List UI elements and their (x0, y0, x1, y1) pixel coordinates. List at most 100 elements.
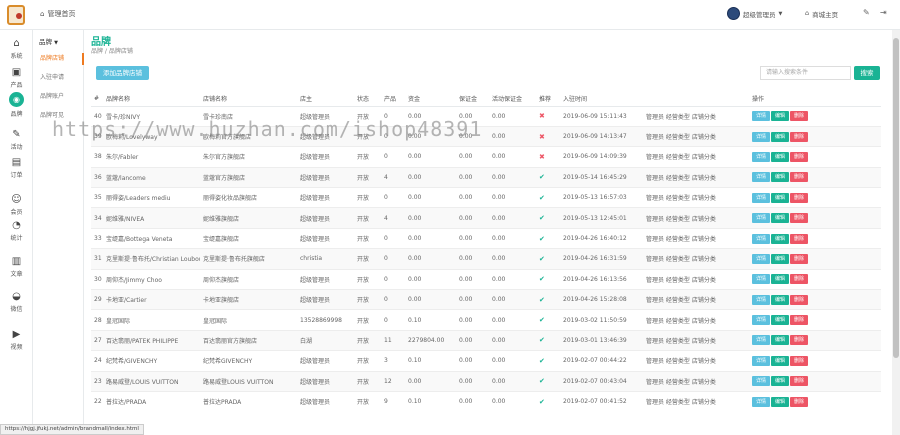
delete-button[interactable]: 删除 (790, 355, 808, 366)
scrollbar-thumb[interactable] (893, 38, 899, 358)
manage-links-cell[interactable]: 管理员 经营类型 店铺分类 (643, 350, 749, 372)
edit-button[interactable]: 编辑 (771, 111, 789, 122)
edit-button[interactable]: 编辑 (771, 355, 789, 366)
manage-links-cell[interactable]: 管理员 经营类型 店铺分类 (643, 187, 749, 208)
delete-button[interactable]: 删除 (790, 131, 808, 142)
logout-icon[interactable]: ⇥ (880, 8, 887, 17)
admin-home-link[interactable]: ⌂ 管理首页 (40, 9, 75, 19)
detail-button[interactable]: 详情 (752, 111, 770, 122)
edit-button[interactable]: 编辑 (771, 315, 789, 326)
detail-button[interactable]: 详情 (752, 151, 770, 162)
delete-button[interactable]: 删除 (790, 315, 808, 326)
manage-links-cell[interactable]: 管理员 经营类型 店铺分类 (643, 309, 749, 331)
funds-cell: 0.00 (405, 227, 456, 249)
delete-button[interactable]: 删除 (790, 172, 808, 183)
rail-item-activity[interactable]: ✎ 活动 (0, 129, 33, 151)
edit-button[interactable]: 编辑 (771, 233, 789, 244)
edit-button[interactable]: 编辑 (771, 335, 789, 346)
user-menu[interactable]: 超级管理员 ▼ (727, 7, 782, 20)
funds-cell: 0.00 (405, 187, 456, 208)
subnav-item-brand-accounts[interactable]: 品牌账户 (33, 91, 84, 103)
delete-button[interactable]: 删除 (790, 233, 808, 244)
delete-button[interactable]: 删除 (790, 294, 808, 305)
delete-button[interactable]: 删除 (790, 274, 808, 285)
detail-button[interactable]: 详情 (752, 396, 770, 407)
detail-button[interactable]: 详情 (752, 274, 770, 285)
manage-links-cell[interactable]: 管理员 经营类型 店铺分类 (643, 146, 749, 168)
detail-button[interactable]: 详情 (752, 335, 770, 346)
edit-button[interactable]: 编辑 (771, 396, 789, 407)
edit-button[interactable]: 编辑 (771, 376, 789, 387)
subnav-item-brand-visible[interactable]: 品牌可见 (33, 110, 84, 122)
recommend-cell: ✖ (536, 146, 560, 168)
top-navbar: ⌂ 管理首页 超级管理员 ▼ ⌂ 商城主页 ✎ ⇥ (0, 0, 900, 30)
delete-button[interactable]: 删除 (790, 253, 808, 264)
brand-name-cell: 皇冠国际 (103, 309, 200, 331)
detail-button[interactable]: 详情 (752, 131, 770, 142)
detail-button[interactable]: 详情 (752, 253, 770, 264)
detail-button[interactable]: 详情 (752, 213, 770, 224)
edit-button[interactable]: 编辑 (771, 213, 789, 224)
avatar (727, 7, 740, 20)
manage-links-cell[interactable]: 管理员 经营类型 店铺分类 (643, 289, 749, 310)
activity-deposit-cell: 0.00 (489, 187, 536, 208)
activity-deposit-cell: 0.00 (489, 146, 536, 168)
manage-links-cell[interactable]: 管理员 经营类型 店铺分类 (643, 125, 749, 147)
tools-icon[interactable]: ✎ (863, 8, 870, 17)
delete-button[interactable]: 删除 (790, 192, 808, 203)
edit-button[interactable]: 编辑 (771, 274, 789, 285)
delete-button[interactable]: 删除 (790, 151, 808, 162)
table-row: 22 普拉达/PRADA 普拉达PRADA 超级管理员 开放 9 0.10 0.00 0.00 ✔… (91, 390, 881, 412)
picture-icon: ▣ (11, 67, 22, 78)
edit-button[interactable]: 编辑 (771, 192, 789, 203)
detail-button[interactable]: 详情 (752, 315, 770, 326)
table-row: 28 皇冠国际 皇冠国际 13528869998 开放 0 0.10 0.00 0.00 ✔ 201… (91, 309, 881, 331)
detail-button[interactable]: 详情 (752, 294, 770, 305)
manage-links-cell[interactable]: 管理员 经营类型 店铺分类 (643, 268, 749, 290)
detail-button[interactable]: 详情 (752, 172, 770, 183)
manage-links-cell[interactable]: 管理员 经营类型 店铺分类 (643, 105, 749, 127)
edit-button[interactable]: 编辑 (771, 294, 789, 305)
status-cell: 开放 (354, 166, 381, 188)
rail-item-articles[interactable]: ▥ 文章 (0, 256, 33, 278)
store-home-link[interactable]: ⌂ 商城主页 (805, 9, 838, 19)
edit-button[interactable]: 编辑 (771, 131, 789, 142)
rail-item-wechat[interactable]: ◒ 微信 (0, 291, 33, 313)
rail-item-brand[interactable]: ◉ 品牌 (0, 92, 33, 118)
join-time-cell: 2019-02-07 00:41:52 (560, 390, 643, 412)
manage-links-cell[interactable]: 管理员 经营类型 店铺分类 (643, 248, 749, 270)
manage-links-cell[interactable]: 管理员 经营类型 店铺分类 (643, 207, 749, 229)
rail-item-members[interactable]: ☺ 会员 (0, 194, 33, 216)
manage-links-cell[interactable]: 管理员 经营类型 店铺分类 (643, 390, 749, 412)
manage-links-cell[interactable]: 管理员 经营类型 店铺分类 (643, 370, 749, 392)
delete-button[interactable]: 删除 (790, 376, 808, 387)
page-scrollbar[interactable] (892, 30, 900, 435)
subnav-item-brand-stores[interactable]: 品牌店铺 (33, 53, 84, 65)
delete-button[interactable]: 删除 (790, 213, 808, 224)
search-input[interactable]: 请输入搜索条件 (760, 66, 851, 80)
column-header: 品牌名称 (103, 92, 200, 107)
rail-item-orders[interactable]: ▤ 订单 (0, 157, 33, 179)
activity-deposit-cell: 0.00 (489, 125, 536, 147)
rail-item-products[interactable]: ▣ 产品 (0, 67, 33, 89)
rail-item-system[interactable]: ⌂ 系统 (0, 38, 33, 60)
rail-item-stats[interactable]: ◔ 统计 (0, 220, 33, 242)
delete-button[interactable]: 删除 (790, 335, 808, 346)
site-logo[interactable] (4, 3, 28, 27)
edit-button[interactable]: 编辑 (771, 253, 789, 264)
manage-links-cell[interactable]: 管理员 经营类型 店铺分类 (643, 329, 749, 351)
subnav-item-applications[interactable]: 入驻申请 (33, 72, 84, 84)
detail-button[interactable]: 详情 (752, 376, 770, 387)
add-brand-store-button[interactable]: 添加品牌店铺 (96, 66, 149, 80)
detail-button[interactable]: 详情 (752, 192, 770, 203)
detail-button[interactable]: 详情 (752, 233, 770, 244)
manage-links-cell[interactable]: 管理员 经营类型 店铺分类 (643, 227, 749, 249)
manage-links-cell[interactable]: 管理员 经营类型 店铺分类 (643, 166, 749, 188)
delete-button[interactable]: 删除 (790, 396, 808, 407)
edit-button[interactable]: 编辑 (771, 151, 789, 162)
delete-button[interactable]: 删除 (790, 111, 808, 122)
edit-button[interactable]: 编辑 (771, 172, 789, 183)
detail-button[interactable]: 详情 (752, 355, 770, 366)
rail-item-video[interactable]: ▶ 视频 (0, 329, 33, 351)
search-button[interactable]: 搜索 (854, 66, 880, 80)
